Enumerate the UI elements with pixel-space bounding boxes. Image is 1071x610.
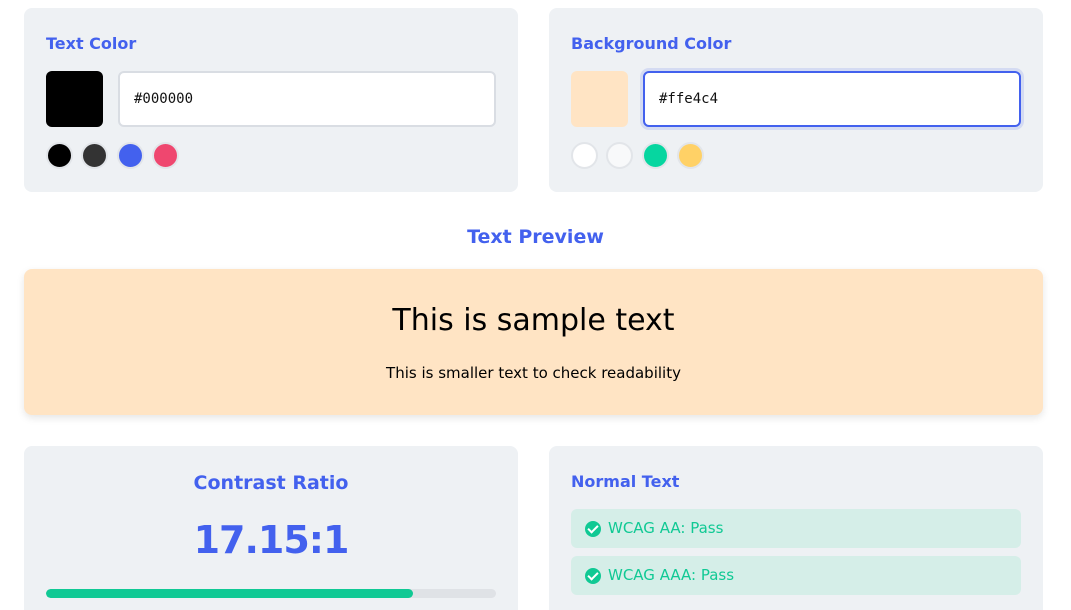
contrast-ratio-title: Contrast Ratio [193,472,349,494]
background-color-input[interactable] [643,71,1021,127]
normal-text-title: Normal Text [571,472,680,491]
text-preset-pink[interactable] [152,142,179,169]
wcag-aaa-result: WCAG AAA: Pass [571,556,1021,595]
wcag-aa-label: WCAG AA: Pass [608,519,724,537]
normal-text-panel: Normal Text WCAG AA: Pass WCAG AAA: Pass [549,446,1043,610]
text-preset-blue[interactable] [117,142,144,169]
bg-preset-green[interactable] [642,142,669,169]
text-preview-title: Text Preview [467,226,604,248]
wcag-aaa-label: WCAG AAA: Pass [608,566,735,584]
contrast-ratio-panel: Contrast Ratio 17.15:1 [24,446,518,610]
text-color-title: Text Color [46,34,137,53]
check-circle-icon [585,568,601,584]
contrast-ratio-value: 17.15:1 [193,518,350,562]
preview-box: This is sample text This is smaller text… [24,269,1043,415]
contrast-ratio-bar [46,589,496,598]
text-color-swatch[interactable] [46,71,103,127]
text-color-panel: Text Color [24,8,518,192]
text-color-input[interactable] [118,71,496,127]
contrast-ratio-bar-fill [46,589,413,598]
bg-preset-white[interactable] [571,142,598,169]
text-preset-black[interactable] [46,142,73,169]
bg-preset-yellow[interactable] [677,142,704,169]
background-color-swatch[interactable] [571,71,628,127]
background-color-title: Background Color [571,34,732,53]
preview-large-text: This is sample text [392,303,675,338]
preview-small-text: This is smaller text to check readabilit… [386,364,681,382]
bg-preset-off-white[interactable] [606,142,633,169]
text-preset-dark-gray[interactable] [81,142,108,169]
wcag-aa-result: WCAG AA: Pass [571,509,1021,548]
check-circle-icon [585,521,601,537]
background-color-panel: Background Color [549,8,1043,192]
